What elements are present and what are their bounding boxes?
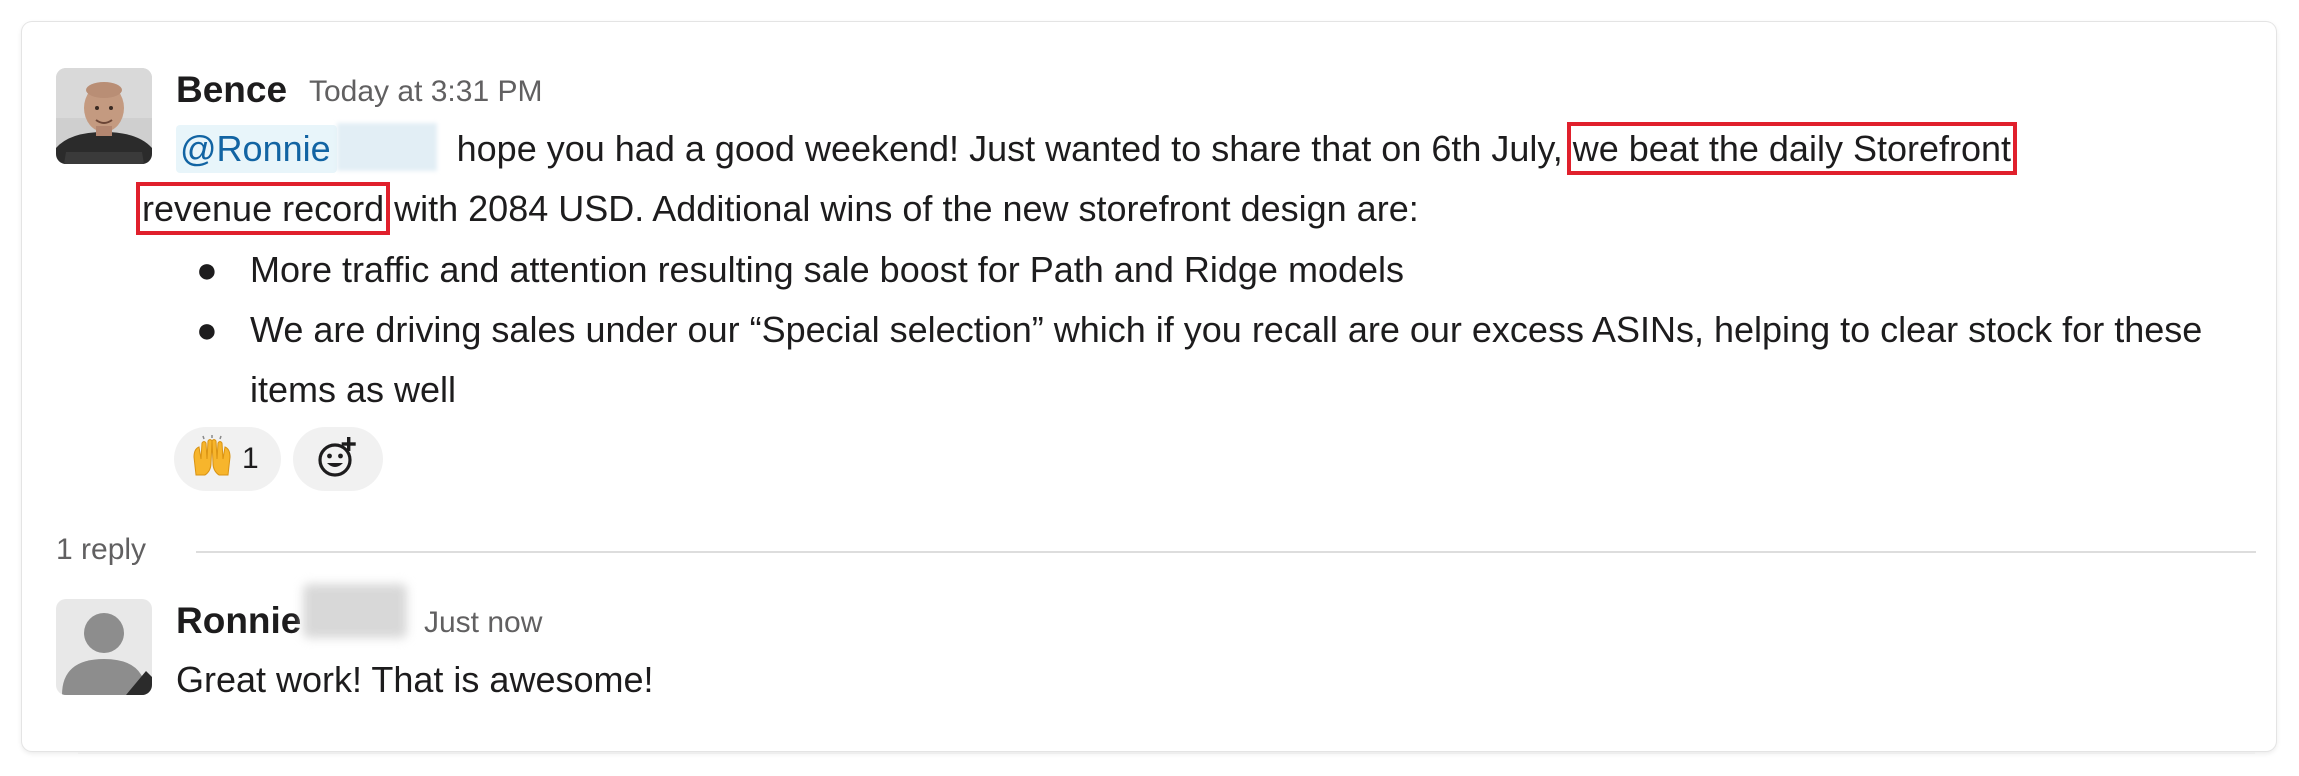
add-reaction-button[interactable]	[292, 427, 383, 491]
reply-timestamp[interactable]: Just now	[424, 605, 542, 641]
author-name[interactable]: Bence	[176, 70, 287, 110]
user-mention[interactable]: @Ronnie	[176, 125, 337, 173]
reply-count[interactable]: 1 reply	[56, 530, 146, 570]
message-text-intro: hope you had a good weekend! Just wanted…	[446, 128, 1563, 169]
reply-body: Great work! That is awesome!	[176, 659, 654, 700]
reply-author-avatar[interactable]	[56, 599, 152, 695]
thread-divider	[196, 551, 2256, 553]
add-reaction-icon	[315, 434, 361, 485]
message-body: @Ronnie hope you had a good weekend! Jus…	[176, 119, 2256, 179]
bullet-text: We are driving sales under our “Special …	[250, 309, 2203, 410]
bullet-glyph: ●	[196, 249, 218, 290]
message-body-line-2: revenue record with 2084 USD. Additional…	[135, 179, 2222, 239]
message-text-outro: with 2084 USD. Additional wins of the ne…	[384, 188, 1419, 229]
message-bullet-list: ● More traffic and attention resulting s…	[176, 240, 2236, 420]
highlighted-text-line-1: we beat the daily Storefront	[1566, 122, 2018, 175]
bullet-glyph: ●	[196, 309, 218, 350]
reaction-count: 1	[242, 442, 259, 475]
list-item: ● More traffic and attention resulting s…	[176, 240, 2236, 300]
redacted-surname	[303, 584, 407, 638]
bullet-text: More traffic and attention resulting sal…	[250, 249, 1405, 290]
reply-author-name[interactable]: Ronnie	[176, 601, 301, 641]
highlighted-text-line-2: revenue record	[135, 182, 391, 235]
raising-hands-icon	[190, 434, 234, 484]
author-avatar[interactable]	[56, 68, 152, 164]
reaction-raising-hands[interactable]: 1	[174, 427, 281, 491]
redacted-surname	[336, 123, 437, 171]
message-timestamp[interactable]: Today at 3:31 PM	[309, 74, 542, 110]
thread-replies-row[interactable]: 1 reply	[56, 530, 2256, 570]
reaction-bar: 1	[174, 427, 383, 491]
list-item: ● We are driving sales under our “Specia…	[176, 300, 2236, 420]
bottom-divider	[78, 752, 2255, 754]
